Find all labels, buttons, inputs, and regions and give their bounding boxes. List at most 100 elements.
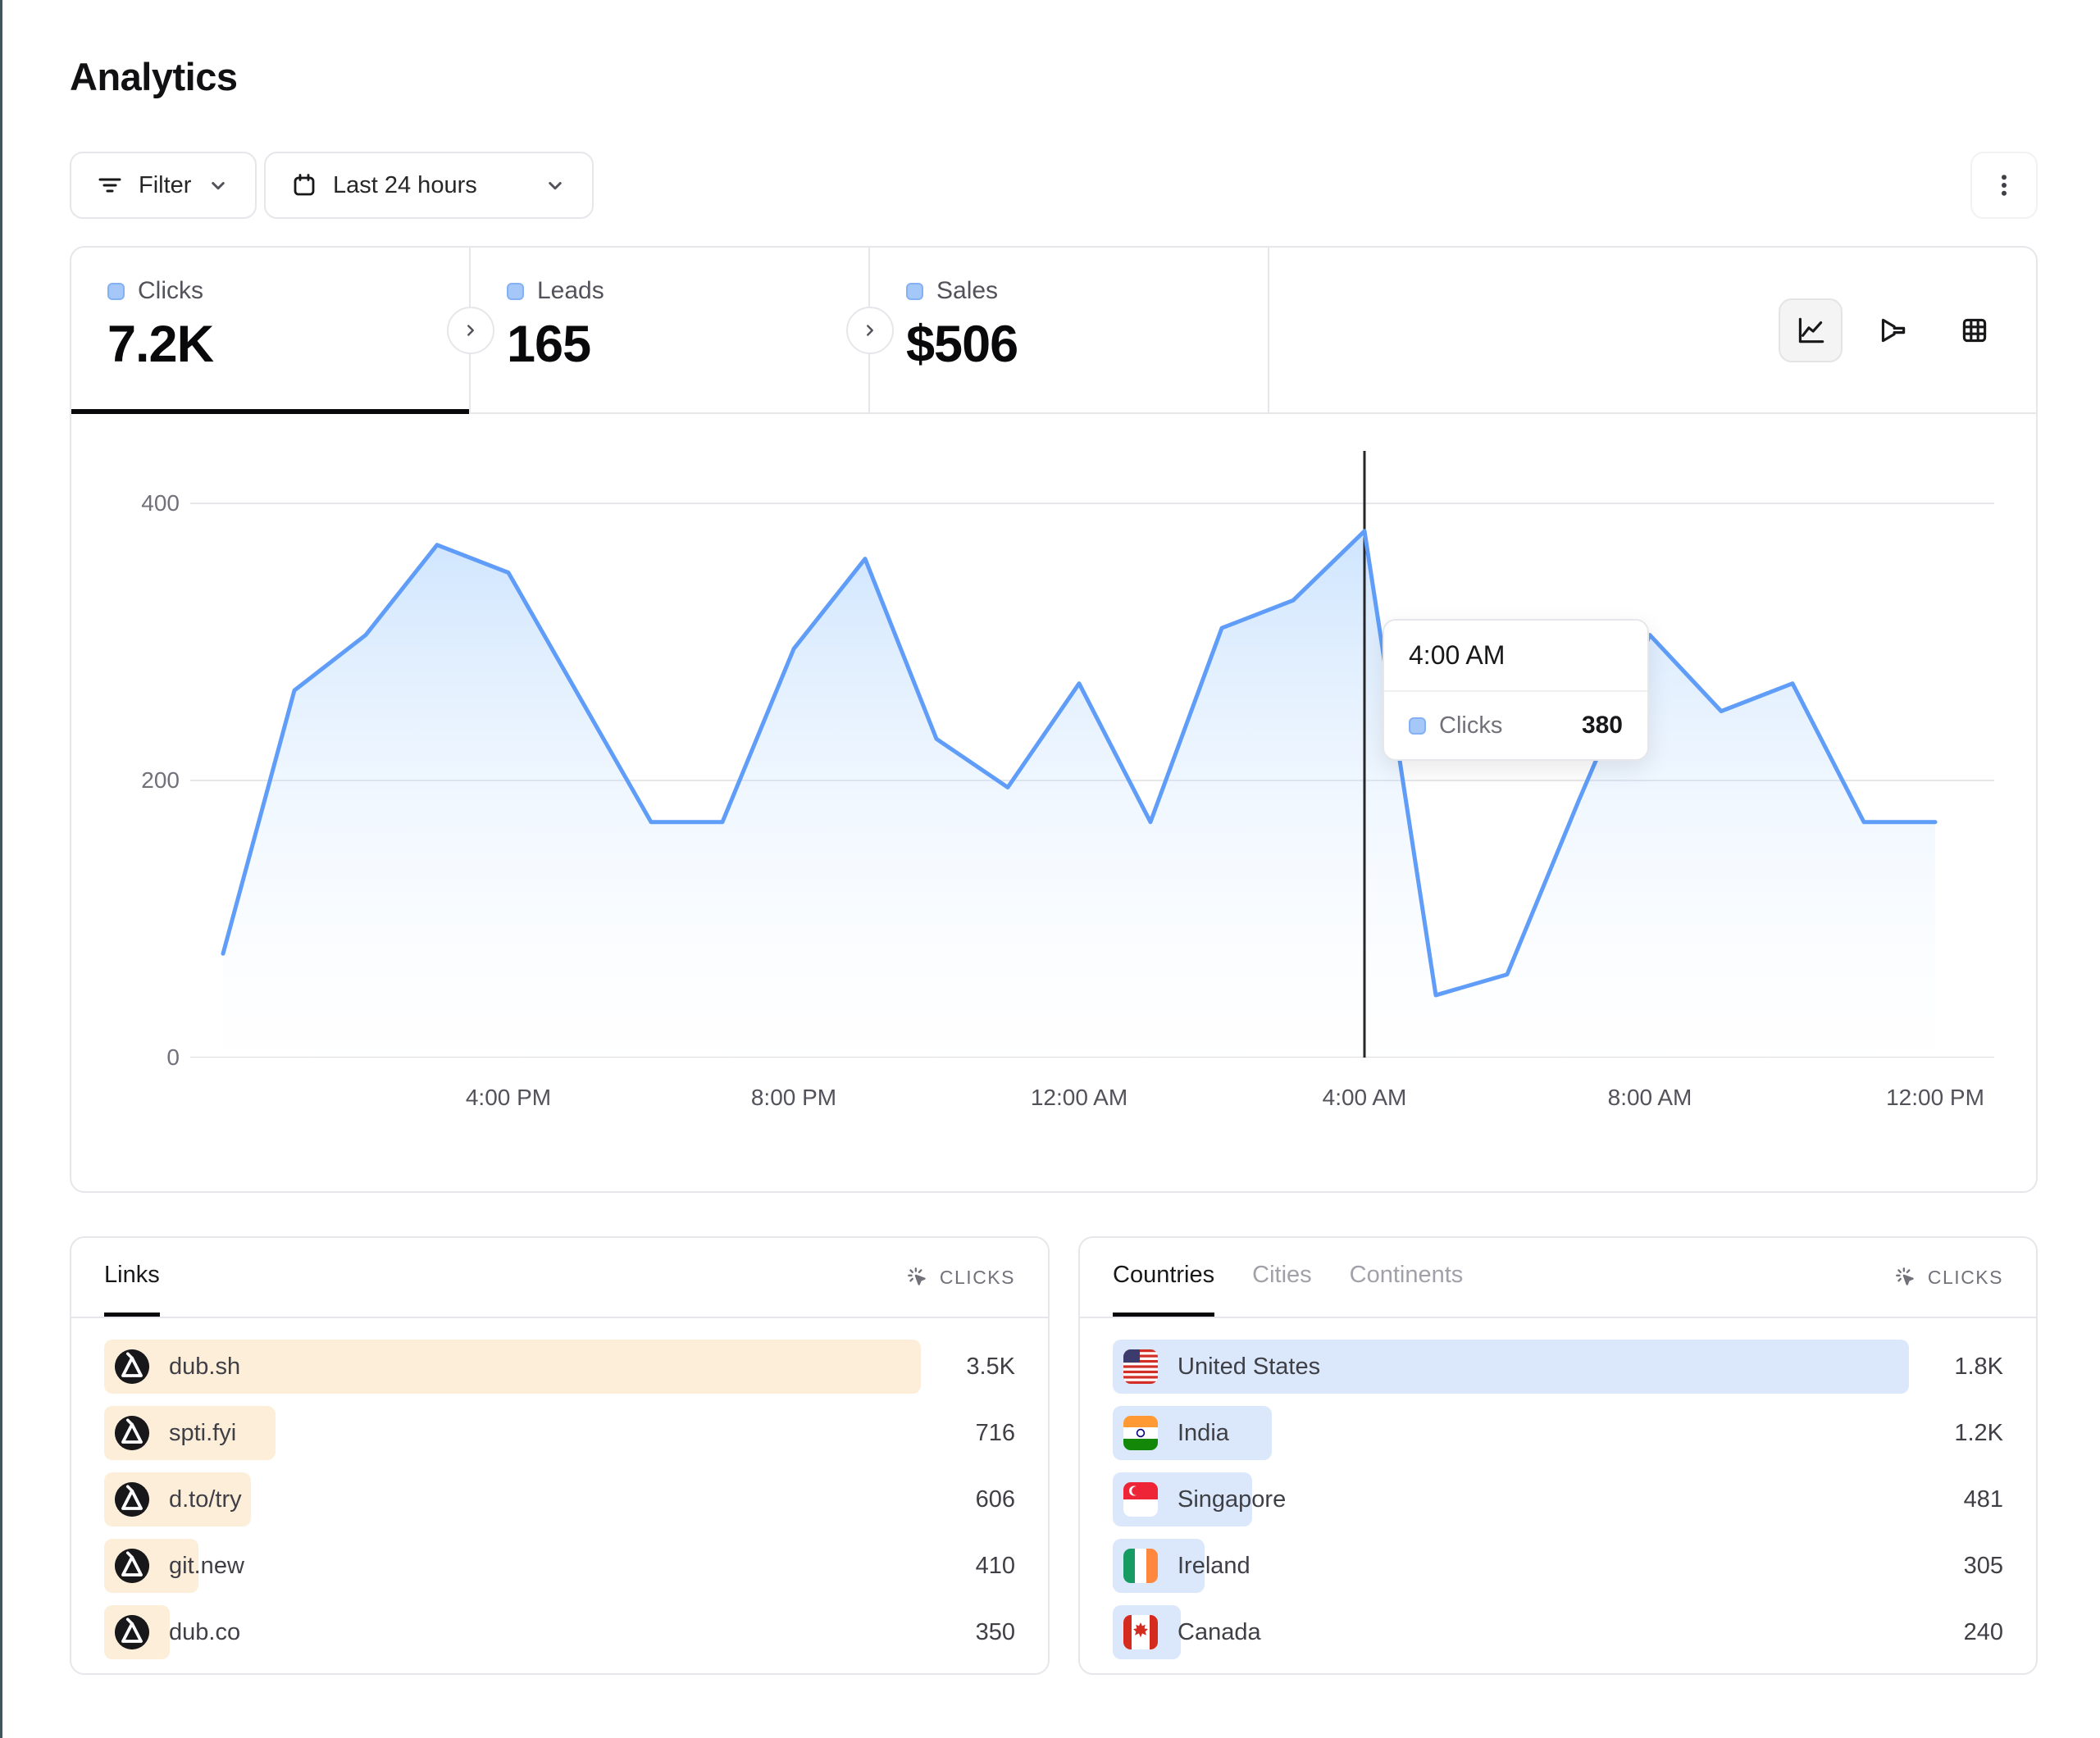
filter-button-label: Filter <box>139 172 191 199</box>
chart-tooltip: 4:00 AM Clicks 380 <box>1383 619 1649 761</box>
expand-sales-button[interactable] <box>846 307 894 354</box>
area-chart-plot[interactable] <box>190 444 1994 1058</box>
line-chart-view-button[interactable] <box>1779 298 1843 362</box>
calendar-icon <box>290 171 318 199</box>
cursor-click-icon <box>1893 1265 1918 1290</box>
row-value: 1.2K <box>1954 1420 2003 1447</box>
x-axis-labels: 4:00 PM8:00 PM12:00 AM4:00 AM8:00 AM12:0… <box>190 1085 1994 1121</box>
row-label: Singapore <box>1178 1486 1286 1513</box>
y-tick-label: 0 <box>88 1044 180 1071</box>
list-item[interactable]: Canada 240 <box>1113 1605 2003 1659</box>
tab-countries[interactable]: Countries <box>1113 1238 1214 1317</box>
y-tick-label: 400 <box>88 490 180 516</box>
area-fill <box>223 531 1935 1058</box>
list-item[interactable]: Ireland 305 <box>1113 1539 2003 1593</box>
tab-cities-label: Cities <box>1252 1262 1312 1289</box>
tooltip-time: 4:00 AM <box>1384 621 1647 692</box>
chevron-right-icon <box>861 321 879 339</box>
row-value: 240 <box>1964 1619 2003 1646</box>
flag-ie-icon <box>1123 1549 1158 1583</box>
tooltip-value: 380 <box>1582 712 1623 739</box>
links-sort-control[interactable]: CLICKS <box>905 1265 1015 1290</box>
clicks-swatch-icon <box>107 283 125 300</box>
dub-logo-icon <box>115 1416 149 1450</box>
links-panel: Links CLICKS dub.sh 3.5K spti.fyi 716 d.to/t… <box>70 1236 1050 1675</box>
metric-value: 7.2K <box>107 315 469 374</box>
funnel-view-button[interactable] <box>1861 298 1925 362</box>
filter-button[interactable]: Filter <box>70 152 257 219</box>
line-chart-icon <box>1793 313 1828 348</box>
row-value: 716 <box>976 1420 1015 1447</box>
list-item[interactable]: spti.fyi 716 <box>104 1406 1015 1460</box>
dub-logo-icon <box>115 1615 149 1649</box>
metric-tabs: Clicks 7.2K Leads 165 Sales $506 <box>71 248 2036 414</box>
clicks-chart[interactable]: 0200400 4:00 PM8:00 PM12:00 AM4:00 AM8:0… <box>71 414 2036 1191</box>
list-item[interactable]: United States1.8K <box>1113 1340 2003 1394</box>
row-value: 3.5K <box>966 1354 1015 1381</box>
chevron-down-icon <box>543 173 567 198</box>
row-label: dub.sh <box>169 1354 240 1381</box>
tooltip-series-swatch-icon <box>1409 717 1426 735</box>
countries-sort-control[interactable]: CLICKS <box>1893 1265 2003 1290</box>
row-value: 350 <box>976 1619 1015 1646</box>
table-view-button[interactable] <box>1943 298 2007 362</box>
metric-value: 165 <box>507 315 868 374</box>
tab-leads[interactable]: Leads 165 <box>471 248 870 412</box>
list-item[interactable]: Singapore 481 <box>1113 1472 2003 1526</box>
row-label: d.to/try <box>169 1486 242 1513</box>
dub-logo-icon <box>115 1482 149 1517</box>
tab-links-label: Links <box>104 1262 160 1289</box>
chart-type-switcher <box>1779 298 2007 362</box>
leads-swatch-icon <box>507 283 524 300</box>
dub-logo-icon <box>115 1549 149 1583</box>
x-tick-label: 8:00 AM <box>1608 1085 1692 1111</box>
tab-continents[interactable]: Continents <box>1350 1238 1464 1317</box>
list-item[interactable]: git.new 410 <box>104 1539 1015 1593</box>
date-range-button[interactable]: Last 24 hours <box>264 152 594 219</box>
funnel-icon <box>1875 313 1910 348</box>
tab-countries-label: Countries <box>1113 1262 1214 1289</box>
tab-continents-label: Continents <box>1350 1262 1464 1289</box>
tab-sales[interactable]: Sales $506 <box>870 248 1269 412</box>
list-item[interactable]: d.to/try 606 <box>104 1472 1015 1526</box>
row-label: Ireland <box>1178 1553 1250 1580</box>
tooltip-series-label: Clicks <box>1439 712 1502 739</box>
tab-clicks[interactable]: Clicks 7.2K <box>71 248 471 412</box>
x-tick-label: 4:00 AM <box>1323 1085 1407 1111</box>
list-item[interactable]: dub.sh 3.5K <box>104 1340 1015 1394</box>
date-range-label: Last 24 hours <box>333 172 477 199</box>
chevron-right-icon <box>462 321 480 339</box>
more-options-button[interactable] <box>1970 152 2038 219</box>
analytics-card: Clicks 7.2K Leads 165 Sales $506 <box>70 246 2038 1193</box>
flag-in-icon <box>1123 1416 1158 1450</box>
x-tick-label: 12:00 AM <box>1031 1085 1127 1111</box>
list-item[interactable]: dub.co 350 <box>104 1605 1015 1659</box>
row-value: 410 <box>976 1553 1015 1580</box>
expand-leads-button[interactable] <box>447 307 494 354</box>
x-tick-label: 12:00 PM <box>1886 1085 1984 1111</box>
filter-icon <box>96 171 124 199</box>
tab-links[interactable]: Links <box>104 1238 160 1317</box>
metric-label: Sales <box>936 277 998 305</box>
row-label: spti.fyi <box>169 1420 236 1447</box>
y-tick-label: 200 <box>88 767 180 794</box>
countries-list: United States1.8K India1.2K Singapore 481 Ir… <box>1080 1318 2036 1659</box>
row-value: 606 <box>976 1486 1015 1513</box>
grid-table-icon <box>1957 313 1992 348</box>
list-item[interactable]: India1.2K <box>1113 1406 2003 1460</box>
row-label: git.new <box>169 1553 244 1580</box>
flag-us-icon <box>1123 1349 1158 1384</box>
row-value: 481 <box>1964 1486 2003 1513</box>
x-tick-label: 8:00 PM <box>751 1085 836 1111</box>
flag-sg-icon <box>1123 1482 1158 1517</box>
dub-logo-icon <box>115 1349 149 1384</box>
chevron-down-icon <box>206 173 230 198</box>
countries-sort-label: CLICKS <box>1928 1267 2003 1289</box>
tab-cities[interactable]: Cities <box>1252 1238 1312 1317</box>
row-value: 1.8K <box>1954 1354 2003 1381</box>
row-value: 305 <box>1964 1553 2003 1580</box>
row-label: Canada <box>1178 1619 1261 1646</box>
countries-panel: Countries Cities Continents CLICKS Unite… <box>1078 1236 2038 1675</box>
sales-swatch-icon <box>906 283 923 300</box>
row-label: dub.co <box>169 1619 240 1646</box>
